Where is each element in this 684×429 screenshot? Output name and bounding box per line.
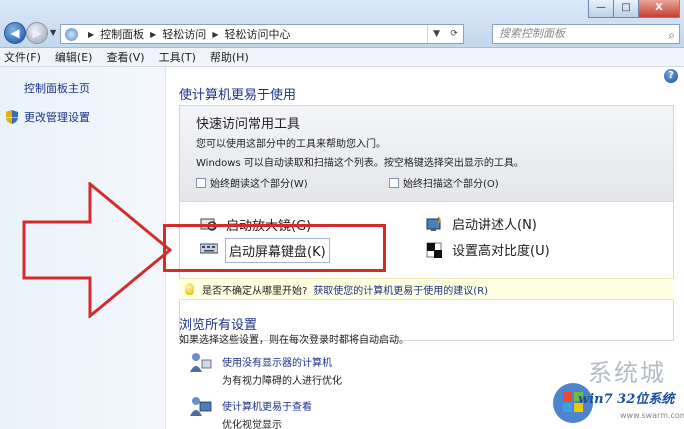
watermark-title: win7 32位系统 xyxy=(578,392,675,407)
forward-button[interactable]: ▶ xyxy=(26,22,48,44)
chevron-right-icon[interactable]: ▶ xyxy=(212,30,218,39)
display-user-icon xyxy=(190,397,212,416)
checkbox-label: 始终扫描这个部分(O) xyxy=(403,179,499,190)
menu-bar: 文件(F) 编辑(E) 查看(V) 工具(T) 帮助(H) xyxy=(0,48,684,67)
search-placeholder: 搜索控制面板 xyxy=(499,27,565,40)
address-actions: ▼ ⟳ xyxy=(427,25,463,43)
quick-access-line1: 您可以使用这部分中的工具来帮助您入门。 xyxy=(196,139,386,150)
onscreen-keyboard-label[interactable]: 启动屏幕键盘(K) xyxy=(225,238,330,263)
tool-high-contrast[interactable]: 设置高对比度(U) xyxy=(426,240,550,259)
quick-access-title: 快速访问常用工具 xyxy=(196,117,301,132)
maximize-button[interactable]: □ xyxy=(613,0,639,18)
shield-icon xyxy=(6,110,18,124)
menu-edit[interactable]: 编辑(E) xyxy=(55,49,93,65)
chevron-right-icon[interactable]: ▶ xyxy=(150,30,156,39)
checkbox-label: 始终朗读这个部分(W) xyxy=(210,179,308,190)
breadcrumb-control-panel[interactable]: 控制面板 xyxy=(100,26,144,42)
chevron-right-icon[interactable]: ▶ xyxy=(88,30,94,39)
lightbulb-icon xyxy=(185,283,194,295)
address-bar[interactable]: ▶ 控制面板 ▶ 轻松访问 ▶ 轻松访问中心 ▼ ⟳ xyxy=(60,24,464,44)
narrator-icon xyxy=(426,215,441,231)
menu-tools[interactable]: 工具(T) xyxy=(159,49,196,65)
tool-label: 设置高对比度(U) xyxy=(452,244,550,259)
menu-view[interactable]: 查看(V) xyxy=(106,49,144,65)
history-dropdown-icon[interactable]: ▼ xyxy=(50,28,56,37)
tip-link[interactable]: 获取使您的计算机更易于使用的建议(R) xyxy=(313,282,488,297)
search-icon[interactable]: ⌕ xyxy=(668,26,675,44)
browse-item-no-display-link[interactable]: 使用没有显示器的计算机 xyxy=(222,354,332,369)
tip-bar: 是否不确定从哪里开始? 获取使您的计算机更易于使用的建议(R) xyxy=(179,278,674,300)
quick-access-header: 快速访问常用工具 您可以使用这部分中的工具来帮助您入门。 Windows 可以自… xyxy=(180,106,673,202)
checkbox-box[interactable] xyxy=(389,177,399,188)
contrast-icon xyxy=(426,242,442,258)
red-arrow-annotation xyxy=(22,182,172,318)
breadcrumb-ease-of-access-center[interactable]: 轻松访问中心 xyxy=(224,26,290,42)
close-button[interactable]: X xyxy=(638,0,680,18)
browse-item-easier-view-desc: 优化视觉显示 xyxy=(222,420,282,429)
watermark: 系统城 win7 32位系统 www.swarm.com.cn xyxy=(510,348,684,429)
quick-access-panel: 快速访问常用工具 您可以使用这部分中的工具来帮助您入门。 Windows 可以自… xyxy=(179,105,674,341)
sidebar-item-admin-settings[interactable]: 更改管理设置 xyxy=(24,109,90,125)
control-panel-icon xyxy=(65,27,78,41)
browse-description: 如果选择这些设置，则在每次登录时都将自动启动。 xyxy=(179,335,409,346)
address-dropdown-icon[interactable]: ▼ xyxy=(433,29,440,39)
breadcrumb-ease-of-access[interactable]: 轻松访问 xyxy=(162,26,206,42)
tool-narrator[interactable]: 启动讲述人(N) xyxy=(426,214,537,233)
arrow-right-icon: ▶ xyxy=(32,26,42,40)
checkbox-always-read[interactable]: 始终朗读这个部分(W) xyxy=(196,175,308,190)
page-title: 使计算机更易于使用 xyxy=(179,88,297,103)
tool-label: 启动讲述人(N) xyxy=(452,218,537,233)
minimize-button[interactable]: — xyxy=(588,0,614,18)
refresh-icon[interactable]: ⟳ xyxy=(450,29,458,39)
arrow-left-icon: ◀ xyxy=(10,26,20,40)
watermark-zh: 系统城 xyxy=(588,359,666,387)
search-input[interactable]: 搜索控制面板 ⌕ xyxy=(492,24,680,44)
checkbox-box[interactable] xyxy=(196,177,206,188)
window-controls: — □ X xyxy=(588,0,680,18)
title-address-bar: — □ X ◀ ▶ ▼ ▶ 控制面板 ▶ 轻松访问 ▶ 轻松访问中心 ▼ ⟳ 搜… xyxy=(0,0,684,48)
checkbox-always-scan[interactable]: 始终扫描这个部分(O) xyxy=(389,175,499,190)
back-button[interactable]: ◀ xyxy=(4,22,26,44)
sidebar-item-home[interactable]: 控制面板主页 xyxy=(24,80,90,96)
help-icon[interactable]: ? xyxy=(664,69,678,83)
watermark-url: www.swarm.com.cn xyxy=(620,411,684,420)
blind-user-icon xyxy=(190,353,212,372)
tip-text: 是否不确定从哪里开始? xyxy=(202,285,308,297)
menu-file[interactable]: 文件(F) xyxy=(4,49,41,65)
browse-item-easier-view-link[interactable]: 使计算机更易于查看 xyxy=(222,398,312,413)
menu-help[interactable]: 帮助(H) xyxy=(210,49,249,65)
quick-access-line2: Windows 可以自动读取和扫描这个列表。按空格键选择突出显示的工具。 xyxy=(196,158,524,169)
browse-item-no-display-desc: 为有视力障碍的人进行优化 xyxy=(222,376,342,387)
